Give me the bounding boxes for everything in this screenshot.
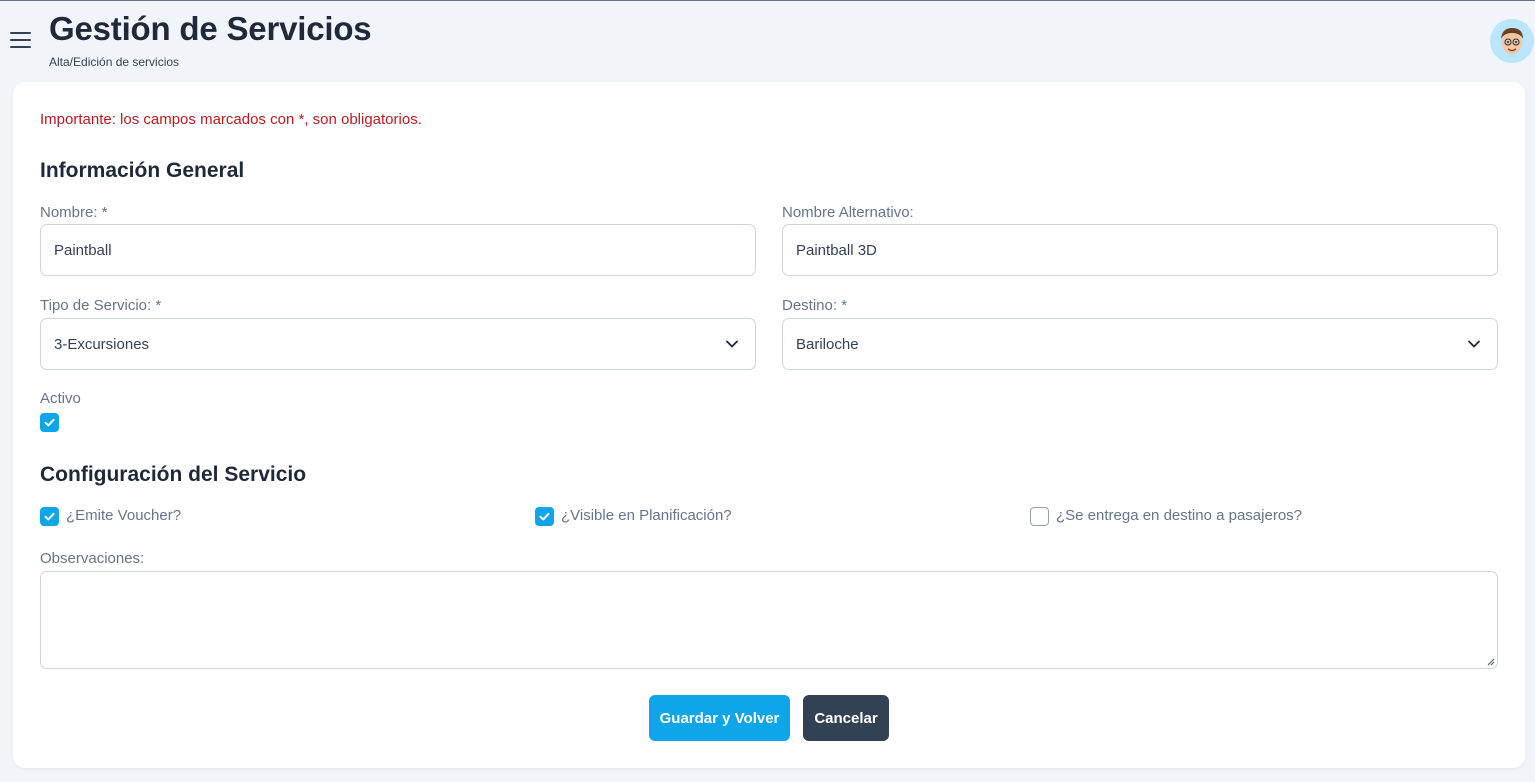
hamburger-menu-icon[interactable] bbox=[10, 32, 31, 48]
avatar-face-icon bbox=[1490, 19, 1534, 63]
destino-value: Bariloche bbox=[796, 335, 859, 353]
check-icon bbox=[539, 512, 550, 521]
nombre-alternativo-value: Paintball 3D bbox=[796, 241, 877, 259]
visible-planificacion-checkbox[interactable] bbox=[535, 507, 554, 526]
destino-select[interactable]: Bariloche bbox=[782, 318, 1498, 370]
nombre-input[interactable]: Paintball bbox=[40, 224, 756, 276]
nombre-alternativo-label: Nombre Alternativo: bbox=[782, 204, 914, 221]
nombre-alternativo-input[interactable]: Paintball 3D bbox=[782, 224, 1498, 276]
section-title-general: Información General bbox=[40, 159, 245, 182]
cancel-button[interactable]: Cancelar bbox=[803, 695, 889, 741]
check-icon bbox=[44, 418, 55, 427]
chevron-down-icon bbox=[726, 340, 738, 348]
entrega-destino-checkbox[interactable] bbox=[1030, 507, 1049, 526]
check-icon bbox=[44, 512, 55, 521]
save-and-return-button[interactable]: Guardar y Volver bbox=[649, 695, 790, 741]
destino-label: Destino: * bbox=[782, 297, 848, 314]
tipo-servicio-label: Tipo de Servicio: * bbox=[40, 297, 162, 314]
nombre-input-value: Paintball bbox=[54, 241, 112, 259]
page-subtitle: Alta/Edición de servicios bbox=[49, 55, 180, 69]
emite-voucher-label[interactable]: ¿Emite Voucher? bbox=[66, 507, 181, 524]
activo-label: Activo bbox=[40, 390, 81, 407]
required-fields-notice: Importante: los campos marcados con *, s… bbox=[40, 111, 422, 128]
user-avatar[interactable] bbox=[1490, 19, 1534, 63]
observaciones-textarea[interactable] bbox=[40, 571, 1498, 669]
nombre-label: Nombre: * bbox=[40, 204, 108, 221]
observaciones-label: Observaciones: bbox=[40, 550, 145, 567]
resize-grip-icon[interactable] bbox=[1486, 657, 1495, 666]
tipo-servicio-value: 3-Excursiones bbox=[54, 335, 150, 353]
top-border bbox=[0, 0, 1535, 1]
page-title: Gestión de Servicios bbox=[49, 10, 372, 47]
activo-checkbox[interactable] bbox=[40, 413, 59, 432]
entrega-destino-label[interactable]: ¿Se entrega en destino a pasajeros? bbox=[1056, 507, 1302, 524]
tipo-servicio-select[interactable]: 3-Excursiones bbox=[40, 318, 756, 370]
visible-planificacion-label[interactable]: ¿Visible en Planificación? bbox=[561, 507, 732, 524]
emite-voucher-checkbox[interactable] bbox=[40, 507, 59, 526]
section-title-config: Configuración del Servicio bbox=[40, 463, 307, 486]
chevron-down-icon bbox=[1468, 340, 1480, 348]
